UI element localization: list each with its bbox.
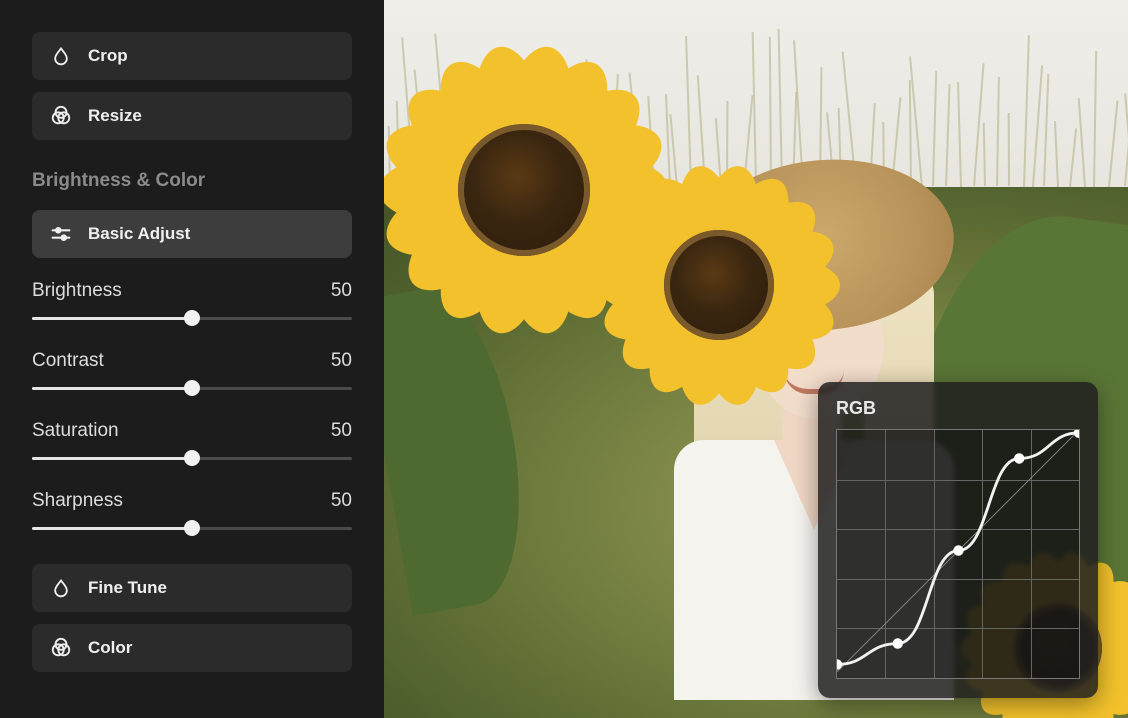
section-title-brightness-color: Brightness & Color: [32, 170, 352, 192]
curves-panel[interactable]: RGB: [818, 382, 1098, 698]
venn-icon: [50, 105, 72, 127]
contrast-label: Contrast: [32, 350, 104, 372]
crop-button[interactable]: Crop: [32, 32, 352, 80]
app-root: Crop Resize Brightness & Color Basic Adj…: [0, 0, 1128, 718]
crop-label: Crop: [88, 46, 128, 66]
brightness-label: Brightness: [32, 280, 122, 302]
sharpness-label: Sharpness: [32, 490, 123, 512]
venn-icon: [50, 637, 72, 659]
saturation-slider[interactable]: [32, 448, 352, 468]
brightness-slider[interactable]: [32, 308, 352, 328]
curves-grid[interactable]: [836, 429, 1080, 679]
color-button[interactable]: Color: [32, 624, 352, 672]
fine-tune-button[interactable]: Fine Tune: [32, 564, 352, 612]
resize-button[interactable]: Resize: [32, 92, 352, 140]
curves-title: RGB: [836, 398, 1080, 419]
saturation-label: Saturation: [32, 420, 119, 442]
sunflower-icon: [594, 160, 844, 410]
contrast-slider[interactable]: [32, 378, 352, 398]
fine-tune-label: Fine Tune: [88, 578, 167, 598]
image-canvas[interactable]: RGB: [384, 0, 1128, 718]
sharpness-slider[interactable]: [32, 518, 352, 538]
sidebar: Crop Resize Brightness & Color Basic Adj…: [0, 0, 384, 718]
slider-saturation: Saturation 50: [32, 420, 352, 468]
brightness-value: 50: [331, 280, 352, 302]
basic-adjust-button[interactable]: Basic Adjust: [32, 210, 352, 258]
sharpness-value: 50: [331, 490, 352, 512]
slider-brightness: Brightness 50: [32, 280, 352, 328]
color-label: Color: [88, 638, 132, 658]
saturation-value: 50: [331, 420, 352, 442]
sliders-icon: [50, 223, 72, 245]
drop-icon: [50, 45, 72, 67]
resize-label: Resize: [88, 106, 142, 126]
contrast-value: 50: [331, 350, 352, 372]
basic-adjust-label: Basic Adjust: [88, 224, 190, 244]
drop-icon: [50, 577, 72, 599]
slider-contrast: Contrast 50: [32, 350, 352, 398]
curves-chart[interactable]: [837, 430, 1079, 672]
slider-sharpness: Sharpness 50: [32, 490, 352, 538]
